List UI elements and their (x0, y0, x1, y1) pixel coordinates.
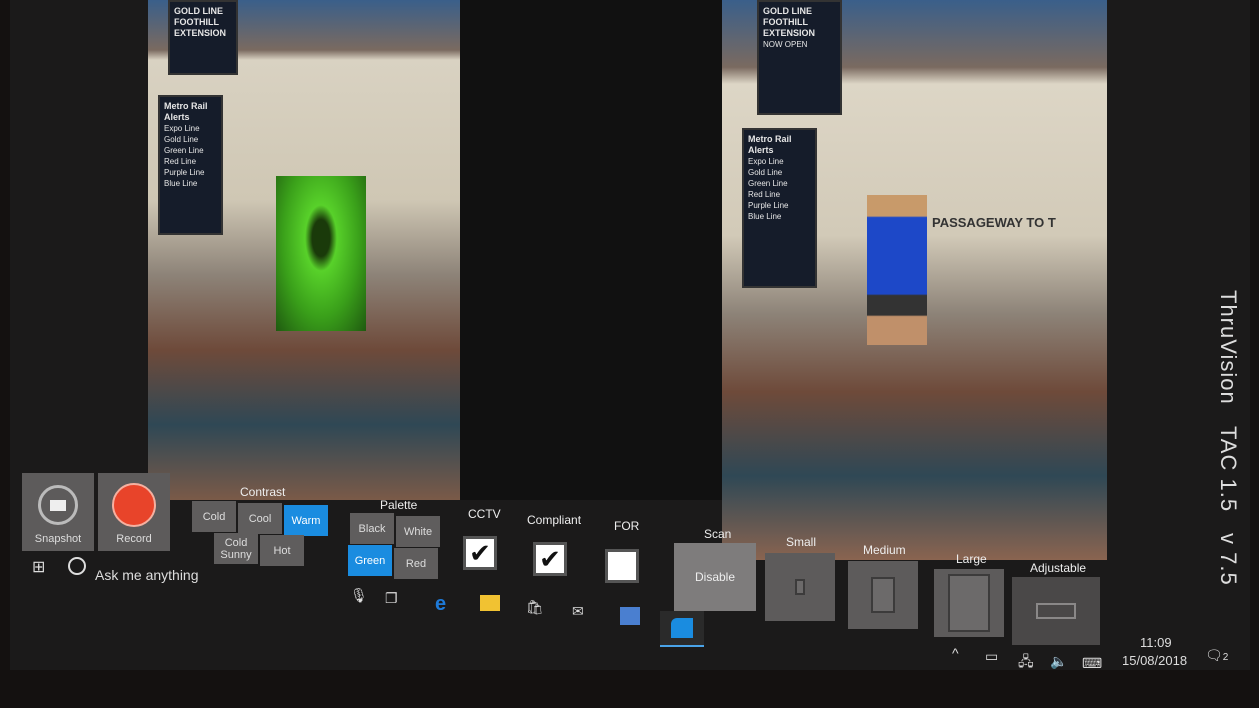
compliant-label: Compliant (527, 513, 582, 527)
sign-title: Metro Rail Alerts (748, 134, 792, 155)
sign-line: Green Line (748, 179, 788, 188)
sign-line: Gold Line (164, 135, 199, 144)
chevron-up-icon[interactable]: ^ (952, 645, 959, 661)
windows-start-icon[interactable]: ⊞ (32, 557, 45, 577)
sign-line: Purple Line (748, 201, 789, 210)
search-box[interactable]: Ask me anything (95, 567, 199, 583)
sign-line: Red Line (748, 190, 781, 199)
sign-subtitle: NOW OPEN (763, 40, 808, 49)
volume-icon[interactable]: 🔈 (1050, 653, 1067, 670)
contrast-label: Contrast (240, 485, 286, 499)
contrast-cold-button[interactable]: Cold (192, 501, 236, 532)
keyboard-icon[interactable]: ⌨ (1082, 655, 1102, 672)
scan-label: Scan (704, 527, 732, 541)
contrast-cool-button[interactable]: Cool (238, 503, 282, 534)
notification-count: 2 (1222, 652, 1229, 663)
sign-line: Expo Line (748, 157, 784, 166)
extension-sign: GOLD LINE FOOTHILL EXTENSION NOW OPEN (757, 0, 842, 115)
snapshot-button[interactable]: Snapshot (22, 473, 94, 551)
screen: Metro Rail Alerts Expo Line Gold Line Gr… (10, 0, 1250, 671)
microphone-icon[interactable]: 🎙 (350, 587, 368, 604)
camera-rotate-icon (38, 485, 78, 525)
file-explorer-icon[interactable] (480, 595, 500, 611)
extension-sign: GOLD LINE FOOTHILL EXTENSION (168, 0, 238, 75)
thruvision-taskbar-icon[interactable] (660, 611, 704, 647)
mail-icon[interactable]: ✉ (572, 603, 584, 620)
app-icon[interactable] (620, 607, 640, 625)
thermal-overlay (276, 176, 366, 331)
contrast-warm-button[interactable]: Warm (284, 505, 328, 536)
sign-title: GOLD LINE FOOTHILL EXTENSION (174, 6, 227, 38)
subject-person (867, 195, 927, 345)
palette-white-button[interactable]: White (396, 516, 440, 547)
edge-icon[interactable]: e (435, 593, 446, 616)
divider (460, 0, 722, 500)
rail-alerts-sign: Metro Rail Alerts Expo Line Gold Line Gr… (158, 95, 223, 235)
record-label: Record (116, 533, 152, 545)
clock-date[interactable]: 15/08/2018 (1122, 653, 1187, 668)
app-name: ThruVision (1216, 290, 1241, 405)
sign-line: Purple Line (164, 168, 205, 177)
thermal-camera-feed: Metro Rail Alerts Expo Line Gold Line Gr… (148, 0, 488, 500)
for-label: FOR (614, 519, 640, 533)
windows-taskbar: ⊞ Ask me anything 🎙 ❐ e 🛍 ✉ ^ ▭ 🖧 🔈 ⌨ 11… (20, 545, 1259, 671)
sign-line: Expo Line (164, 124, 200, 133)
sign-title: Metro Rail Alerts (164, 101, 208, 122)
sign-line: Gold Line (748, 168, 783, 177)
battery-icon[interactable]: ▭ (985, 648, 998, 665)
sign-title: GOLD LINE FOOTHILL EXTENSION (763, 6, 816, 38)
store-icon[interactable]: 🛍 (526, 599, 544, 616)
rail-alerts-sign: Metro Rail Alerts Expo Line Gold Line Gr… (742, 128, 817, 288)
record-button[interactable]: Record (98, 473, 170, 551)
sign-line: Blue Line (164, 179, 198, 188)
notifications-icon[interactable]: 🗨2 (1205, 647, 1228, 664)
sign-line: Red Line (164, 157, 197, 166)
cctv-label: CCTV (468, 507, 501, 521)
task-view-icon[interactable]: ❐ (385, 590, 398, 607)
palette-black-button[interactable]: Black (350, 513, 394, 544)
network-icon[interactable]: 🖧 (1018, 651, 1034, 675)
wall-text: PASSAGEWAY TO T (932, 215, 1056, 230)
product-name: TAC 1.5 (1216, 425, 1241, 512)
sign-line: Green Line (164, 146, 204, 155)
clock-time[interactable]: 11:09 (1140, 635, 1172, 650)
record-icon (112, 483, 156, 527)
snapshot-label: Snapshot (34, 533, 82, 545)
palette-label: Palette (380, 498, 418, 512)
cortana-icon[interactable] (68, 557, 86, 575)
sign-line: Blue Line (748, 212, 782, 221)
